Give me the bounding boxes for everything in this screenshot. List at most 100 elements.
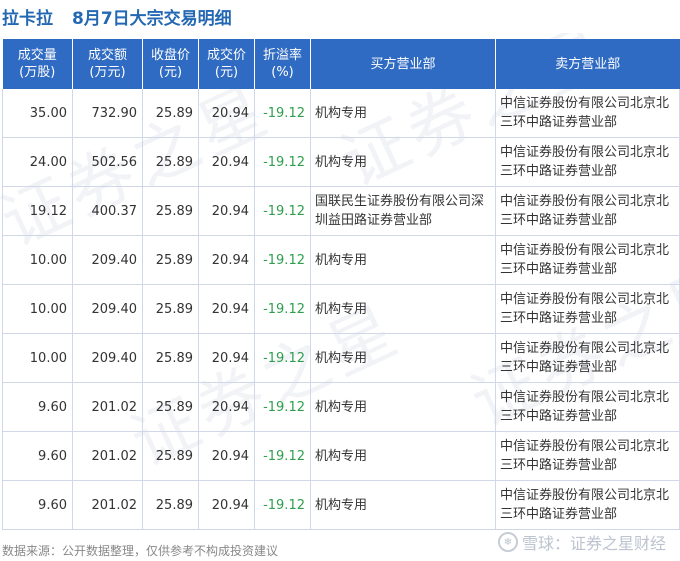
column-header: 成交量 (万股): [2, 39, 73, 89]
table-row: 10.00 209.40 25.89 20.94 -19.12 机构专用 中信证券股份有限公…: [2, 284, 680, 334]
table-row: 24.00 502.56 25.89 20.94 -19.12 机构专用 中信证券股份有限公…: [2, 137, 680, 187]
cell-buyer: 机构专用: [310, 382, 496, 432]
column-header-label: (万元): [89, 65, 126, 80]
cell-seller: 中信证券股份有限公司北京北三环中路证券营业部: [495, 186, 680, 236]
cell-amount: 400.37: [72, 186, 143, 236]
column-header-label: 成交价: [206, 48, 246, 63]
cell-volume: 10.00: [2, 235, 73, 285]
cell-seller: 中信证券股份有限公司北京北三环中路证券营业部: [495, 431, 680, 481]
cell-premium: -19.12: [254, 89, 311, 138]
cell-volume: 9.60: [2, 431, 73, 481]
cell-price: 20.94: [198, 284, 255, 334]
cell-close: 25.89: [142, 382, 199, 432]
cell-buyer: 国联民生证券股份有限公司深圳益田路证券营业部: [310, 186, 496, 236]
cell-amount: 209.40: [72, 284, 143, 334]
cell-close: 25.89: [142, 480, 199, 530]
cell-amount: 502.56: [72, 137, 143, 187]
cell-volume: 35.00: [2, 89, 73, 138]
cell-seller: 中信证券股份有限公司北京北三环中路证券营业部: [495, 89, 680, 138]
column-header: 买方营业部: [310, 39, 496, 89]
cell-price: 20.94: [198, 89, 255, 138]
cell-close: 25.89: [142, 333, 199, 383]
cell-volume: 24.00: [2, 137, 73, 187]
title-bar: 拉卡拉 8月7日大宗交易明细: [0, 0, 680, 33]
cell-close: 25.89: [142, 431, 199, 481]
cell-buyer: 机构专用: [310, 235, 496, 285]
cell-seller: 中信证券股份有限公司北京北三环中路证券营业部: [495, 235, 680, 285]
cell-price: 20.94: [198, 137, 255, 187]
cell-amount: 201.02: [72, 480, 143, 530]
table-row: 9.60 201.02 25.89 20.94 -19.12 机构专用 中信证券股份有限公司…: [2, 382, 680, 432]
brand-watermark: ❄ 雪球：证券之星财经: [497, 530, 666, 554]
cell-close: 25.89: [142, 186, 199, 236]
table-row: 10.00 209.40 25.89 20.94 -19.12 机构专用 中信证券股份有限公…: [2, 333, 680, 383]
cell-premium: -19.12: [254, 137, 311, 187]
page-title: 8月7日大宗交易明细: [72, 9, 232, 29]
column-header-label: (元): [158, 65, 183, 80]
column-header: 折溢率 (%): [254, 39, 311, 89]
column-header-label: (万股): [19, 65, 56, 80]
column-header-label: (元): [214, 65, 239, 80]
column-header-label: 成交额: [87, 48, 127, 63]
cell-premium: -19.12: [254, 235, 311, 285]
table-header: 成交量 (万股) 成交额 (万元) 收盘价 (元) 成交价 (元) 折溢率 (%) 买方营业部 卖方营…: [2, 39, 680, 89]
brand-text: 雪球：证券之星财经: [521, 534, 666, 553]
cell-volume: 9.60: [2, 480, 73, 530]
cell-buyer: 机构专用: [310, 333, 496, 383]
cell-seller: 中信证券股份有限公司北京北三环中路证券营业部: [495, 137, 680, 187]
cell-amount: 201.02: [72, 431, 143, 481]
table-row: 9.60 201.02 25.89 20.94 -19.12 机构专用 中信证券股份有限公司…: [2, 431, 680, 481]
cell-seller: 中信证券股份有限公司北京北三环中路证券营业部: [495, 284, 680, 334]
cell-amount: 201.02: [72, 382, 143, 432]
cell-seller: 中信证券股份有限公司北京北三环中路证券营业部: [495, 333, 680, 383]
cell-amount: 209.40: [72, 333, 143, 383]
cell-close: 25.89: [142, 235, 199, 285]
cell-premium: -19.12: [254, 480, 311, 530]
cell-close: 25.89: [142, 137, 199, 187]
table-row: 35.00 732.90 25.89 20.94 -19.12 机构专用 中信证券股份有限公…: [2, 89, 680, 138]
cell-seller: 中信证券股份有限公司北京北三环中路证券营业部: [495, 382, 680, 432]
cell-volume: 10.00: [2, 284, 73, 334]
data-source-note: 数据来源：公开数据整理，仅供参考不构成投资建议: [2, 544, 279, 558]
table-row: 19.12 400.37 25.89 20.94 -19.12 国联民生证券股份有限公司深…: [2, 186, 680, 236]
cell-seller: 中信证券股份有限公司北京北三环中路证券营业部: [495, 480, 680, 530]
cell-price: 20.94: [198, 235, 255, 285]
table-row: 10.00 209.40 25.89 20.94 -19.12 机构专用 中信证券股份有限公…: [2, 235, 680, 285]
column-header: 卖方营业部: [495, 39, 680, 89]
cell-price: 20.94: [198, 382, 255, 432]
cell-buyer: 机构专用: [310, 137, 496, 187]
cell-price: 20.94: [198, 431, 255, 481]
column-header: 收盘价 (元): [142, 39, 199, 89]
cell-amount: 732.90: [72, 89, 143, 138]
column-header-label: 成交量: [17, 48, 57, 63]
cell-premium: -19.12: [254, 333, 311, 383]
cell-buyer: 机构专用: [310, 431, 496, 481]
cell-amount: 209.40: [72, 235, 143, 285]
cell-price: 20.94: [198, 333, 255, 383]
cell-premium: -19.12: [254, 186, 311, 236]
column-header: 成交额 (万元): [72, 39, 143, 89]
column-header-label: 买方营业部: [370, 56, 436, 72]
snowball-logo-icon: ❄: [497, 532, 518, 552]
cell-premium: -19.12: [254, 431, 311, 481]
column-header: 成交价 (元): [198, 39, 255, 89]
table-row: 9.60 201.02 25.89 20.94 -19.12 机构专用 中信证券股份有限公司…: [2, 480, 680, 530]
cell-volume: 10.00: [2, 333, 73, 383]
cell-close: 25.89: [142, 89, 199, 138]
cell-premium: -19.12: [254, 284, 311, 334]
cell-buyer: 机构专用: [310, 480, 496, 530]
cell-close: 25.89: [142, 284, 199, 334]
cell-buyer: 机构专用: [310, 89, 496, 138]
cell-buyer: 机构专用: [310, 284, 496, 334]
cell-price: 20.94: [198, 480, 255, 530]
column-header-label: (%): [271, 65, 294, 80]
block-trade-table: 成交量 (万股) 成交额 (万元) 收盘价 (元) 成交价 (元) 折溢率 (%) 买方营业部 卖方营…: [2, 39, 680, 530]
column-header-label: 折溢率: [262, 48, 302, 63]
cell-volume: 9.60: [2, 382, 73, 432]
cell-premium: -19.12: [254, 382, 311, 432]
column-header-label: 收盘价: [150, 48, 190, 63]
cell-volume: 19.12: [2, 186, 73, 236]
table-body: 35.00 732.90 25.89 20.94 -19.12 机构专用 中信证券股份有限公…: [2, 89, 680, 530]
stock-name: 拉卡拉: [2, 9, 53, 29]
cell-price: 20.94: [198, 186, 255, 236]
